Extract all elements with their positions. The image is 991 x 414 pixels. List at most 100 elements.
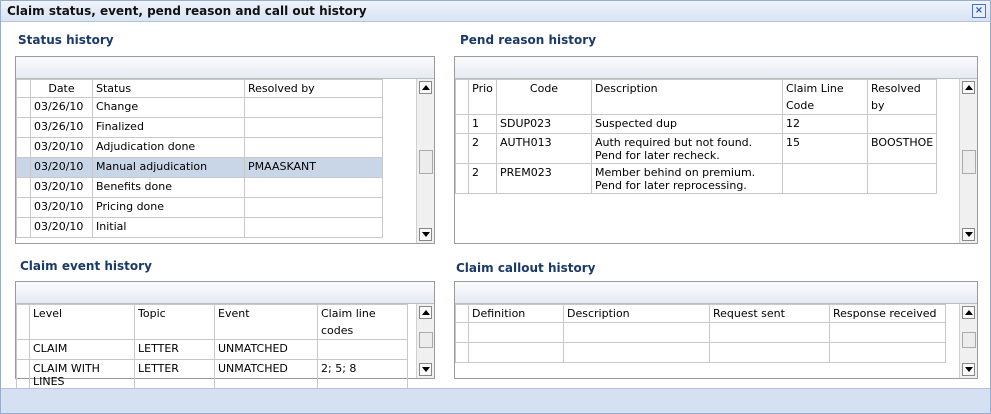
column-header-claim-line-code[interactable]: Claim Line Code	[782, 79, 868, 115]
row-selector[interactable]	[455, 133, 469, 164]
scroll-up-icon[interactable]	[419, 81, 432, 94]
table-cell-resolved-by	[244, 197, 383, 218]
row-selector[interactable]	[16, 197, 31, 218]
table-row[interactable]: 03/20/10 Adjudication done	[16, 137, 383, 158]
scroll-up-icon[interactable]	[962, 306, 975, 319]
scroll-down-icon[interactable]	[962, 363, 975, 376]
pend-reason-scrollbar[interactable]	[959, 79, 977, 243]
table-cell-code: SDUP023	[496, 114, 592, 134]
pend-reason-history-title: Pend reason history	[460, 33, 597, 47]
column-header-status[interactable]: Status	[92, 79, 245, 98]
table-cell-date: 03/20/10	[30, 217, 93, 238]
row-selector[interactable]	[16, 117, 31, 138]
table-row[interactable]: CLAIM WITH LINES LETTER UNMATCHED 2; 5; 8	[16, 359, 408, 389]
status-history-scrollbar[interactable]	[416, 79, 434, 243]
table-cell-description: Member behind on premium. Pend for later…	[591, 163, 783, 194]
column-header-event[interactable]: Event	[214, 304, 318, 340]
table-row[interactable]	[455, 322, 946, 343]
column-header-level[interactable]: Level	[29, 304, 135, 340]
table-cell-description: Auth required but not found. Pend for la…	[591, 133, 783, 164]
table-cell-definition	[468, 342, 564, 363]
column-header-response-received[interactable]: Response received	[829, 304, 946, 323]
table-cell-date: 03/20/10	[30, 157, 93, 178]
claim-callout-history-panel: Definition Description Request sent Resp…	[454, 281, 978, 379]
table-cell-resolved-by: BOOSTHOE	[867, 133, 937, 164]
scroll-up-icon[interactable]	[419, 306, 432, 319]
scroll-down-icon[interactable]	[419, 363, 432, 376]
row-selector[interactable]	[16, 359, 30, 389]
table-cell-resolved-by: PMAASKANT	[244, 157, 383, 178]
table-cell-request-sent	[709, 322, 830, 343]
table-cell-status: Change	[92, 97, 245, 118]
table-cell-status: Manual adjudication	[92, 157, 245, 178]
row-selector[interactable]	[16, 177, 31, 198]
table-cell-code: PREM023	[496, 163, 592, 194]
scroll-thumb[interactable]	[419, 332, 433, 348]
table-row[interactable]: 03/26/10 Change	[16, 97, 383, 118]
scroll-thumb[interactable]	[962, 332, 976, 348]
row-selector[interactable]	[455, 163, 469, 194]
table-row[interactable]: 03/20/10 Benefits done	[16, 177, 383, 198]
window-footer	[1, 388, 990, 413]
table-cell-level: CLAIM WITH LINES	[29, 359, 135, 389]
column-header-definition[interactable]: Definition	[468, 304, 564, 323]
row-selector[interactable]	[16, 339, 30, 360]
table-cell-response-received	[829, 322, 946, 343]
pend-reason-history-panel: Prio Code Description Claim Line Code Re…	[454, 56, 978, 244]
row-selector[interactable]	[16, 137, 31, 158]
column-header-date[interactable]: Date	[30, 79, 93, 98]
row-selector-header	[455, 304, 469, 323]
pend-reason-grid-header-bar	[455, 57, 977, 79]
row-selector[interactable]	[455, 342, 469, 363]
table-cell-response-received	[829, 342, 946, 363]
claim-event-scrollbar[interactable]	[416, 304, 434, 378]
table-row[interactable]: 2 AUTH013 Auth required but not found. Pen…	[455, 133, 937, 164]
table-cell-code: AUTH013	[496, 133, 592, 164]
table-row[interactable]: CLAIM LETTER UNMATCHED	[16, 339, 408, 360]
row-selector[interactable]	[455, 322, 469, 343]
table-cell-resolved-by	[244, 117, 383, 138]
table-row[interactable]: 03/20/10 Initial	[16, 217, 383, 238]
table-row[interactable]: 2 PREM023 Member behind on premium. Pend f…	[455, 163, 937, 194]
claim-event-grid-header-bar	[16, 282, 434, 304]
column-header-description[interactable]: Description	[591, 79, 783, 115]
scroll-up-icon[interactable]	[962, 81, 975, 94]
column-header-code[interactable]: Code	[496, 79, 592, 115]
table-cell-prio: 2	[468, 133, 497, 164]
table-cell-status: Finalized	[92, 117, 245, 138]
column-header-request-sent[interactable]: Request sent	[709, 304, 830, 323]
column-header-resolved-by[interactable]: Resolved by	[244, 79, 383, 98]
table-row[interactable]: 03/26/10 Finalized	[16, 117, 383, 138]
claim-event-history-panel: Level Topic Event Claim line codes CLAIM…	[15, 281, 435, 389]
scroll-thumb[interactable]	[962, 150, 976, 174]
table-cell-resolved-by	[244, 97, 383, 118]
scroll-down-icon[interactable]	[962, 228, 975, 241]
row-selector[interactable]	[16, 97, 31, 118]
table-row[interactable]	[455, 342, 946, 363]
row-selector[interactable]	[455, 114, 469, 134]
claim-callout-scrollbar[interactable]	[959, 304, 977, 378]
table-cell-claim-line-code	[782, 163, 868, 194]
close-icon[interactable]: ×	[972, 4, 986, 18]
table-cell-date: 03/20/10	[30, 197, 93, 218]
table-row[interactable]: 03/20/10 Manual adjudication PMAASKANT	[16, 157, 383, 178]
column-header-resolved-by[interactable]: Resolved by	[867, 79, 937, 115]
scroll-thumb[interactable]	[419, 150, 433, 174]
column-header-topic[interactable]: Topic	[134, 304, 215, 340]
table-cell-status: Initial	[92, 217, 245, 238]
table-row[interactable]: 1 SDUP023 Suspected dup 12	[455, 114, 937, 134]
column-header-claim-line-codes[interactable]: Claim line codes	[317, 304, 408, 340]
scroll-down-icon[interactable]	[419, 228, 432, 241]
column-header-description[interactable]: Description	[563, 304, 710, 323]
table-cell-date: 03/20/10	[30, 137, 93, 158]
row-selector[interactable]	[16, 157, 31, 178]
table-cell-date: 03/20/10	[30, 177, 93, 198]
table-cell-prio: 2	[468, 163, 497, 194]
table-row[interactable]: 03/20/10 Pricing done	[16, 197, 383, 218]
table-cell-resolved-by	[244, 177, 383, 198]
claim-event-table: Level Topic Event Claim line codes CLAIM…	[16, 304, 408, 389]
table-cell-description: Suspected dup	[591, 114, 783, 134]
column-header-prio[interactable]: Prio	[468, 79, 497, 115]
table-cell-prio: 1	[468, 114, 497, 134]
row-selector[interactable]	[16, 217, 31, 238]
